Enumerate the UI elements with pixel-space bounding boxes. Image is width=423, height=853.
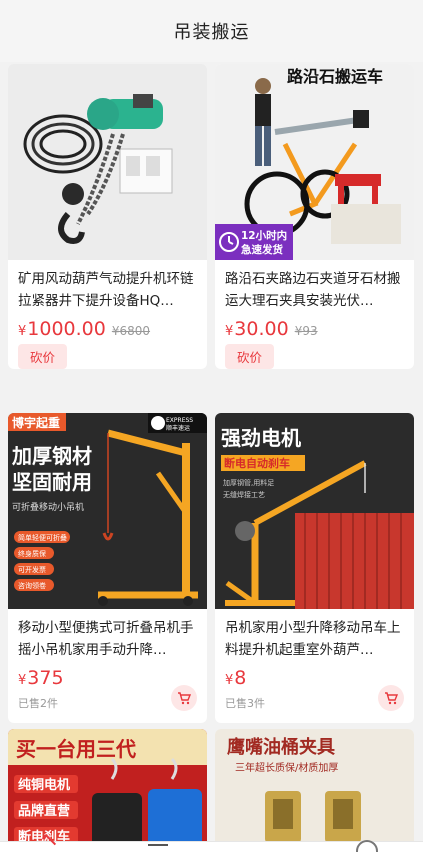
- brand-text: 博宇起重: [12, 415, 60, 430]
- product-card[interactable]: 强劲电机 断电自动刹车 加厚钢管,用料足 无缝焊接工艺 吊机家用小型升降移动吊车…: [215, 413, 414, 723]
- svg-text:咨询领卷: 咨询领卷: [18, 581, 46, 590]
- image-sub: 断电自动刹车: [224, 456, 290, 470]
- cart-icon: [178, 692, 191, 705]
- cart-icon: [385, 692, 398, 705]
- product-price: ¥375: [18, 667, 64, 689]
- sold-count: 已售2件: [18, 697, 58, 710]
- add-to-cart-button[interactable]: [171, 685, 197, 711]
- page-title: 吊装搬运: [173, 22, 250, 43]
- profile-tab-icon[interactable]: [356, 840, 378, 852]
- bottom-tab-bar[interactable]: [0, 833, 423, 853]
- original-price: ¥6800: [111, 324, 151, 338]
- headline2: 坚固耐用: [12, 470, 92, 494]
- svg-text:终身质保: 终身质保: [18, 549, 46, 558]
- product-price: ¥30.00: [225, 318, 289, 340]
- sold-count: 已售3件: [225, 697, 265, 710]
- add-to-cart-button[interactable]: [378, 685, 404, 711]
- product-card[interactable]: 路沿石搬运车 12小时内 急速发货 路沿石夹路边石夹道牙石材搬运大理石夹具安装光…: [215, 64, 414, 369]
- product-name[interactable]: 移动小型便携式可折叠吊机手摇小吊机家用手动升降…: [8, 609, 207, 661]
- bargain-tag[interactable]: 砍价: [18, 344, 68, 369]
- product-image: 强劲电机 断电自动刹车 加厚钢管,用料足 无缝焊接工艺: [215, 413, 414, 609]
- category-tab-icon[interactable]: [148, 844, 168, 846]
- product-name[interactable]: 矿用风动葫芦气动提升机环链拉紧器井下提升设备HQ…: [8, 260, 207, 312]
- image-sub: 可折叠移动小吊机: [12, 501, 84, 513]
- svg-text:顺丰速运: 顺丰速运: [166, 424, 190, 432]
- product-image: 鹰嘴油桶夹具 三年超长质保/材质加厚: [215, 729, 414, 849]
- image-sub: 三年超长质保/材质加厚: [235, 761, 338, 774]
- image-headline: 强劲电机: [221, 426, 301, 450]
- product-image: 路沿石搬运车 12小时内 急速发货: [215, 64, 414, 260]
- product-image: 买一台用三代 纯铜电机 品牌直营 断电刹车: [8, 729, 207, 849]
- product-price: ¥1000.00: [18, 318, 106, 340]
- product-image: [8, 64, 207, 260]
- product-name[interactable]: 路沿石夹路边石夹道牙石材搬运大理石夹具安装光伏…: [215, 260, 414, 312]
- svg-text:加厚钢管,用料足: 加厚钢管,用料足: [223, 478, 274, 487]
- image-headline: 路沿石搬运车: [287, 67, 383, 86]
- page-header: 吊装搬运: [0, 0, 423, 62]
- product-price: ¥8: [225, 667, 247, 689]
- product-image: 博宇起重 EXPRESS 顺丰速运 加厚钢材 坚固耐用 可折叠移动小吊机 简单轻…: [8, 413, 207, 609]
- badge-line1: 12小时内: [241, 229, 287, 242]
- svg-text:简单轻便可折叠: 简单轻便可折叠: [18, 533, 67, 542]
- product-card[interactable]: 买一台用三代 纯铜电机 品牌直营 断电刹车: [8, 729, 207, 849]
- product-card[interactable]: 博宇起重 EXPRESS 顺丰速运 加厚钢材 坚固耐用 可折叠移动小吊机 简单轻…: [8, 413, 207, 723]
- image-headline: 鹰嘴油桶夹具: [227, 736, 335, 758]
- product-card[interactable]: 矿用风动葫芦气动提升机环链拉紧器井下提升设备HQ… ¥1000.00 ¥6800…: [8, 64, 207, 369]
- svg-text:EXPRESS: EXPRESS: [166, 417, 193, 424]
- svg-text:品牌直营: 品牌直营: [18, 803, 70, 819]
- image-headline: 买一台用三代: [16, 737, 136, 761]
- bargain-tag[interactable]: 砍价: [225, 344, 275, 369]
- headline1: 加厚钢材: [11, 444, 92, 468]
- product-card[interactable]: 鹰嘴油桶夹具 三年超长质保/材质加厚: [215, 729, 414, 849]
- svg-text:可开发票: 可开发票: [18, 565, 46, 574]
- svg-text:纯铜电机: 纯铜电机: [18, 777, 70, 793]
- original-price: ¥93: [294, 324, 318, 338]
- svg-text:无缝焊接工艺: 无缝焊接工艺: [223, 490, 265, 499]
- product-name[interactable]: 吊机家用小型升降移动吊车上料提升机起重室外葫芦…: [215, 609, 414, 661]
- badge-line2: 急速发货: [241, 243, 283, 256]
